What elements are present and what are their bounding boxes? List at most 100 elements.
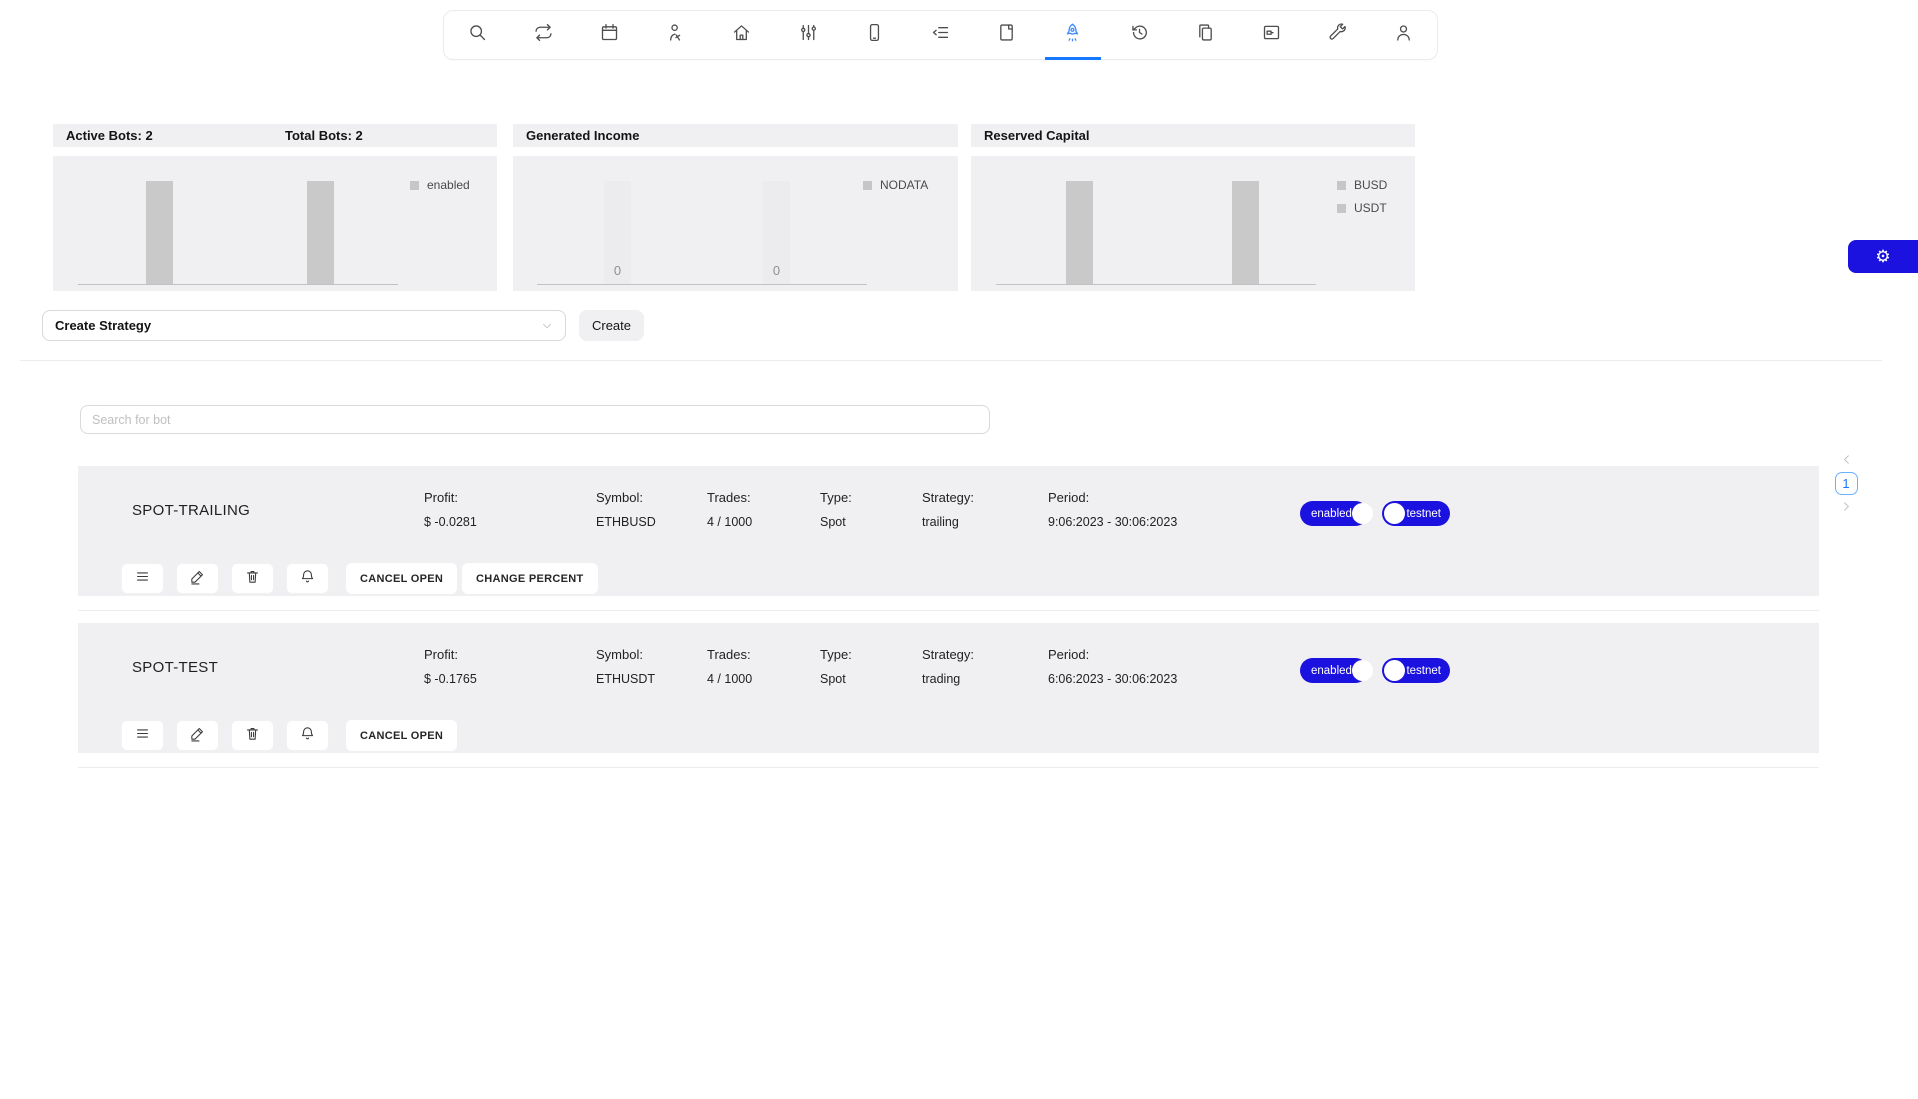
bots-chart: enabled	[53, 156, 497, 291]
legend-swatch	[410, 181, 419, 190]
chevron-left-icon[interactable]	[1839, 452, 1854, 468]
toggle-knob	[1352, 660, 1373, 681]
field-value: trading	[922, 672, 960, 686]
capital-chart: BUSD USDT	[971, 156, 1415, 291]
field-value: ETHBUSD	[596, 515, 656, 529]
nav-calendar[interactable]	[576, 11, 642, 59]
copy-icon	[1195, 22, 1216, 48]
toggle-knob	[1384, 503, 1405, 524]
settings-button[interactable]: ⚙	[1848, 240, 1918, 273]
pagination: 1	[1830, 452, 1862, 515]
nav-menu-indent[interactable]	[907, 11, 973, 59]
menu-indent-icon	[930, 22, 951, 48]
bot-edit-button[interactable]	[176, 720, 219, 751]
field-label: Period:	[1048, 490, 1089, 505]
legend-swatch	[863, 181, 872, 190]
bot-name: SPOT-TEST	[132, 659, 218, 676]
bot-alerts-button[interactable]	[286, 720, 329, 751]
rocket-icon	[1062, 22, 1083, 48]
toggle-label: testnet	[1406, 665, 1441, 677]
nav-user-route[interactable]	[643, 11, 709, 59]
nav-home[interactable]	[709, 11, 775, 59]
field-value: trailing	[922, 515, 959, 529]
nav-user[interactable]	[1371, 11, 1437, 59]
toggle-label: enabled	[1311, 665, 1352, 677]
bot-delete-button[interactable]	[231, 563, 274, 594]
search-icon	[467, 22, 488, 48]
user-route-icon	[665, 22, 686, 48]
change-percent-button[interactable]: CHANGE PERCENT	[462, 563, 598, 594]
search-input[interactable]	[80, 405, 990, 434]
field-label: Profit:	[424, 647, 458, 662]
home-icon	[731, 22, 752, 48]
enabled-toggle[interactable]: enabled	[1300, 658, 1368, 683]
bar	[307, 181, 334, 285]
bell-icon	[299, 568, 316, 590]
capital-title: Reserved Capital	[984, 128, 1090, 143]
nav-history[interactable]	[1106, 11, 1172, 59]
bot-menu-button[interactable]	[121, 720, 164, 751]
field-label: Trades:	[707, 490, 751, 505]
user-icon	[1393, 22, 1414, 48]
legend-swatch	[1337, 204, 1346, 213]
testnet-toggle[interactable]: testnet	[1382, 658, 1450, 683]
legend-label: USDT	[1354, 201, 1387, 215]
nav-mobile[interactable]	[841, 11, 907, 59]
bar-value-label: 0	[763, 263, 790, 278]
field-value: Spot	[820, 515, 846, 529]
legend-swatch	[1337, 181, 1346, 190]
field-label: Period:	[1048, 647, 1089, 662]
field-value: $ -0.1765	[424, 672, 477, 686]
create-strategy-select[interactable]: Create Strategy	[42, 310, 566, 341]
field-value: 4 / 1000	[707, 672, 752, 686]
testnet-toggle[interactable]: testnet	[1382, 501, 1450, 526]
toggle-knob	[1384, 660, 1405, 681]
bot-edit-button[interactable]	[176, 563, 219, 594]
trash-icon	[244, 725, 261, 747]
cancel-open-button[interactable]: CANCEL OPEN	[346, 720, 457, 751]
page-number[interactable]: 1	[1835, 472, 1858, 495]
bar	[1232, 181, 1259, 285]
history-clock-icon	[1129, 22, 1150, 48]
toggle-label: enabled	[1311, 508, 1352, 520]
menu-icon	[134, 568, 151, 590]
bot-delete-button[interactable]	[231, 720, 274, 751]
bot-row: SPOT-TRAILING Profit: $ -0.0281 Symbol: …	[78, 466, 1819, 596]
wrench-icon	[1327, 22, 1348, 48]
row-divider	[78, 767, 1819, 768]
create-button[interactable]: Create	[579, 310, 644, 341]
enabled-toggle[interactable]: enabled	[1300, 501, 1368, 526]
nav-swap[interactable]	[510, 11, 576, 59]
sliders-icon	[798, 22, 819, 48]
legend-label: enabled	[427, 178, 470, 192]
field-label: Profit:	[424, 490, 458, 505]
cancel-open-button[interactable]: CANCEL OPEN	[346, 563, 457, 594]
bot-alerts-button[interactable]	[286, 563, 329, 594]
nav-card[interactable]	[1238, 11, 1304, 59]
mobile-icon	[864, 22, 885, 48]
nav-sliders[interactable]	[775, 11, 841, 59]
x-axis	[996, 284, 1316, 285]
nav-copy[interactable]	[1172, 11, 1238, 59]
income-title: Generated Income	[526, 128, 639, 143]
swap-icon	[533, 22, 554, 48]
field-label: Type:	[820, 490, 852, 505]
capital-panel-header: Reserved Capital	[971, 124, 1415, 147]
menu-icon	[134, 725, 151, 747]
bot-menu-button[interactable]	[121, 563, 164, 594]
nav-search[interactable]	[444, 11, 510, 59]
field-value: ETHUSDT	[596, 672, 655, 686]
nav-file[interactable]	[974, 11, 1040, 59]
chevron-right-icon[interactable]	[1839, 499, 1854, 515]
nav-bots-rocket[interactable]	[1040, 11, 1106, 59]
pencil-icon	[189, 725, 206, 747]
toggle-knob	[1352, 503, 1373, 524]
x-axis	[537, 284, 867, 285]
create-strategy-value: Create Strategy	[55, 318, 151, 333]
field-value: 9:06:2023 - 30:06:2023	[1048, 515, 1177, 529]
chevron-down-icon	[540, 319, 554, 336]
nav-wrench[interactable]	[1305, 11, 1371, 59]
active-bots-title: Active Bots: 2	[66, 128, 153, 143]
field-label: Strategy:	[922, 647, 974, 662]
total-bots-title: Total Bots: 2	[285, 128, 363, 143]
